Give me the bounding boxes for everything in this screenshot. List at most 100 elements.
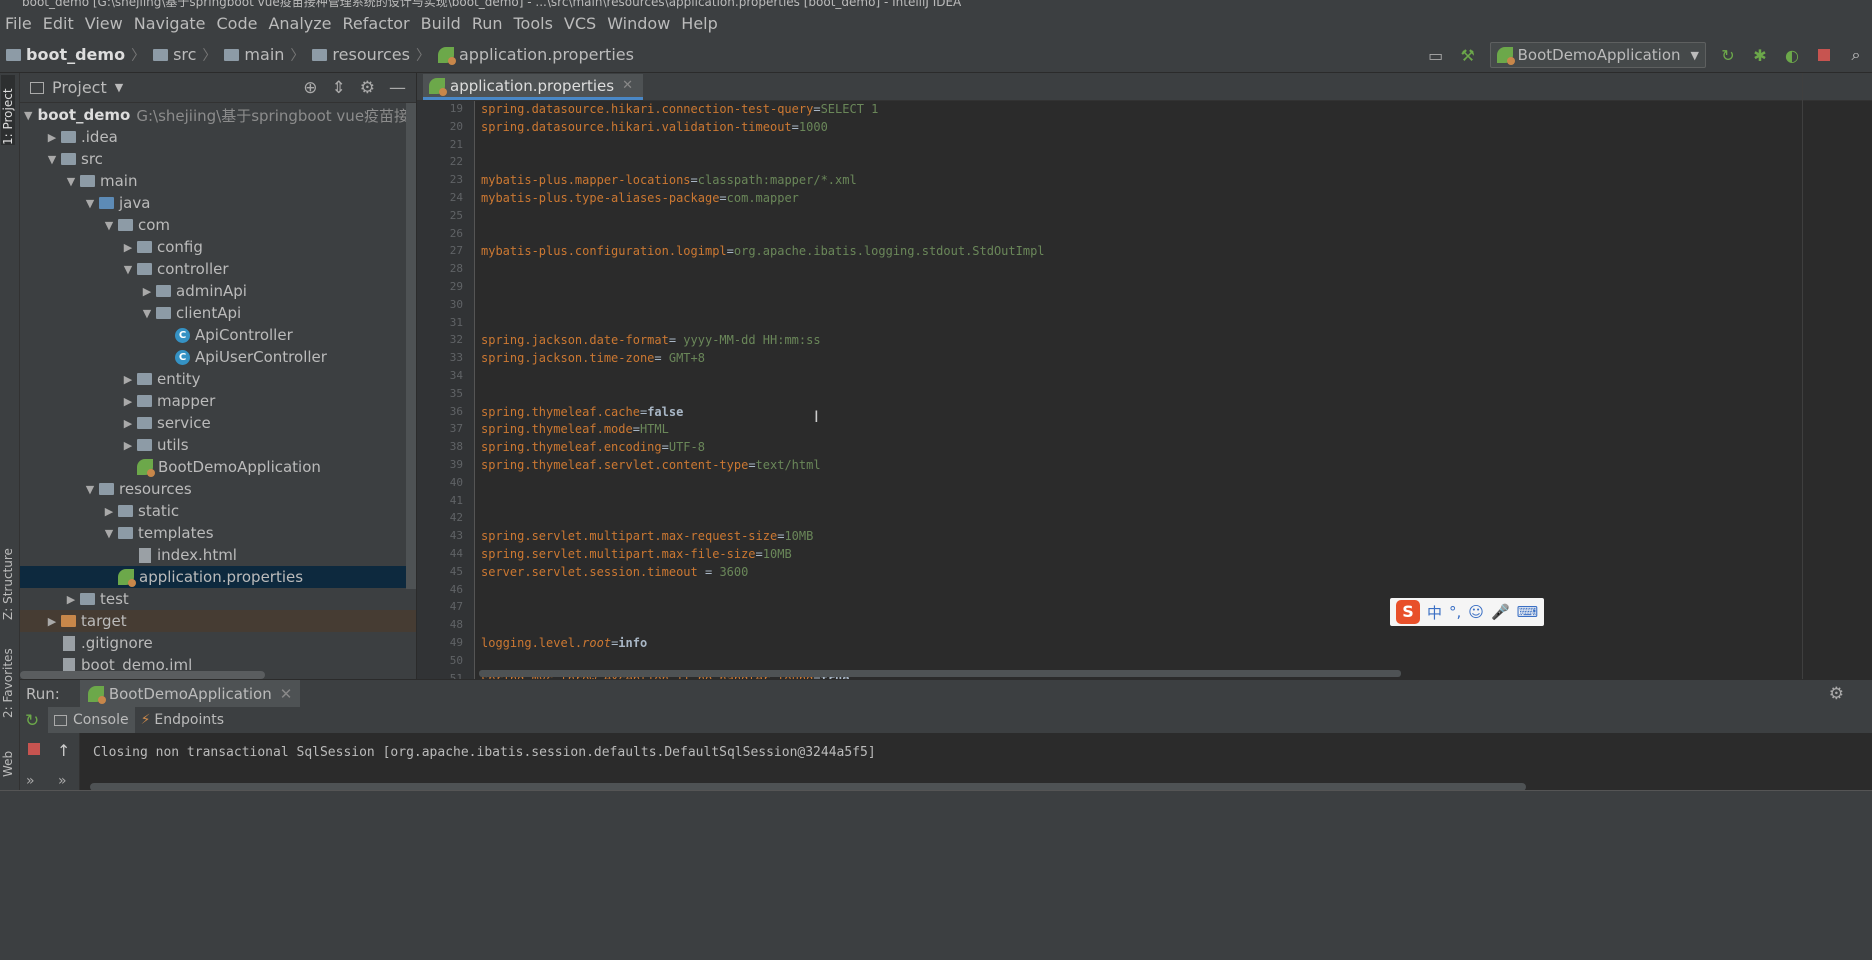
tree-item-templates[interactable]: ▼ templates	[20, 522, 416, 544]
tree-item-src[interactable]: ▼ src	[20, 148, 416, 170]
structure-tool-tab[interactable]: Z: Structure	[1, 535, 15, 620]
breadcrumb-file[interactable]: application.properties	[437, 45, 634, 65]
web-tool-tab[interactable]: Web	[1, 741, 15, 777]
menu-vcs[interactable]: VCS	[561, 14, 604, 33]
breadcrumb-resources[interactable]: resources 〉	[312, 45, 434, 65]
menu-edit[interactable]: Edit	[40, 14, 82, 33]
tree-item-idea[interactable]: ▶ .idea	[20, 126, 416, 148]
tree-item-resources[interactable]: ▼ resources	[20, 478, 416, 500]
menu-code[interactable]: Code	[214, 14, 266, 33]
tree-item-com[interactable]: ▼ com	[20, 214, 416, 236]
tree-item-apicontroller[interactable]: C ApiController	[20, 324, 416, 346]
tree-item-adminapi[interactable]: ▶ adminApi	[20, 280, 416, 302]
run-tab-bootdemoapplication[interactable]: BootDemoApplication ✕	[79, 679, 301, 708]
tree-item-config[interactable]: ▶ config	[20, 236, 416, 258]
tree-item-java[interactable]: ▼ java	[20, 192, 416, 214]
close-icon[interactable]: ✕	[622, 78, 633, 93]
select-target-icon[interactable]: ▭	[1425, 44, 1447, 66]
tree-item-clientapi[interactable]: ▼ clientApi	[20, 302, 416, 324]
tree-item-index-html[interactable]: index.html	[20, 544, 416, 566]
expanded-arrow-icon[interactable]: ▼	[119, 263, 137, 276]
menu-help[interactable]: Help	[678, 14, 725, 33]
expanded-arrow-icon[interactable]: ▼	[138, 307, 156, 320]
menu-build[interactable]: Build	[418, 14, 469, 33]
ime-toolbar[interactable]: S 中 °, ☺ 🎤 ⌨	[1390, 598, 1545, 626]
collapsed-arrow-icon[interactable]: ▶	[119, 373, 137, 386]
menu-refactor[interactable]: Refactor	[340, 14, 418, 33]
locate-target-icon[interactable]: ⊕	[303, 78, 317, 98]
microphone-icon[interactable]: 🎤	[1491, 603, 1510, 621]
minimize-icon[interactable]: —	[389, 78, 406, 98]
tree-item-utils[interactable]: ▶ utils	[20, 434, 416, 456]
tree-item-mapper[interactable]: ▶ mapper	[20, 390, 416, 412]
keyboard-icon[interactable]: ⌨	[1517, 603, 1539, 621]
tree-item-application-properties[interactable]: application.properties	[20, 566, 416, 588]
rerun-icon[interactable]: ↻	[25, 711, 39, 731]
close-icon[interactable]: ✕	[280, 685, 293, 703]
gear-icon[interactable]: ⚙	[360, 78, 375, 98]
expanded-arrow-icon[interactable]: ▼	[81, 197, 99, 210]
editor-horizontal-scrollbar[interactable]	[479, 670, 1401, 677]
tree-item-target[interactable]: ▶ target	[20, 610, 416, 632]
project-horizontal-scrollbar[interactable]	[20, 671, 265, 679]
tree-item-gitignore[interactable]: .gitignore	[20, 632, 416, 654]
menu-tools[interactable]: Tools	[511, 14, 561, 33]
scroll-up-icon[interactable]: ↑	[57, 741, 70, 760]
search-icon[interactable]: ⌕	[1845, 44, 1867, 66]
more-icon[interactable]: »	[58, 773, 67, 789]
breadcrumb-main[interactable]: main 〉	[224, 45, 308, 65]
collapsed-arrow-icon[interactable]: ▶	[119, 241, 137, 254]
collapsed-arrow-icon[interactable]: ▶	[119, 395, 137, 408]
run-configuration-select[interactable]: BootDemoApplication ▼	[1489, 42, 1706, 68]
expanded-arrow-icon[interactable]: ▼	[100, 219, 118, 232]
collapse-all-icon[interactable]: ⇕	[332, 78, 346, 98]
menu-analyze[interactable]: Analyze	[265, 14, 339, 33]
tree-item-static[interactable]: ▶ static	[20, 500, 416, 522]
endpoints-tab[interactable]: ⚡ Endpoints	[135, 707, 230, 733]
menu-run[interactable]: Run	[469, 14, 511, 33]
tree-item-boot-demo[interactable]: ▼ boot_demo G:\shejiing\基于springboot vue疫苗…	[20, 104, 416, 126]
gear-icon[interactable]: ⚙	[1829, 684, 1844, 704]
stop-icon[interactable]	[1813, 44, 1835, 66]
tree-item-test[interactable]: ▶ test	[20, 588, 416, 610]
breadcrumb-project[interactable]: boot_demo 〉	[6, 45, 149, 65]
project-panel-title[interactable]: Project	[52, 78, 107, 97]
menu-file[interactable]: File	[2, 14, 40, 33]
project-scrollbar[interactable]	[406, 103, 416, 589]
ime-punct[interactable]: °,	[1449, 603, 1461, 621]
tree-item-apiusercontroller[interactable]: C ApiUserController	[20, 346, 416, 368]
menu-window[interactable]: Window	[604, 14, 678, 33]
console-tab[interactable]: Console	[48, 707, 135, 733]
collapsed-arrow-icon[interactable]: ▶	[43, 615, 61, 628]
emoji-icon[interactable]: ☺	[1468, 603, 1484, 621]
tree-item-bootdemoapplication[interactable]: BootDemoApplication	[20, 456, 416, 478]
expanded-arrow-icon[interactable]: ▼	[24, 109, 32, 122]
tree-item-service[interactable]: ▶ service	[20, 412, 416, 434]
expanded-arrow-icon[interactable]: ▼	[43, 153, 61, 166]
collapsed-arrow-icon[interactable]: ▶	[119, 417, 137, 430]
favorites-tool-tab[interactable]: 2: Favorites	[1, 638, 15, 718]
collapsed-arrow-icon[interactable]: ▶	[119, 439, 137, 452]
menu-view[interactable]: View	[82, 14, 131, 33]
editor-tab-application-properties[interactable]: application.properties ✕	[423, 74, 643, 100]
code-editor[interactable]: spring.datasource.hikari.connection-test…	[475, 101, 1785, 679]
expanded-arrow-icon[interactable]: ▼	[81, 483, 99, 496]
collapsed-arrow-icon[interactable]: ▶	[43, 131, 61, 144]
tree-item-controller[interactable]: ▼ controller	[20, 258, 416, 280]
coverage-icon[interactable]: ◐	[1781, 44, 1803, 66]
collapsed-arrow-icon[interactable]: ▶	[100, 505, 118, 518]
more-icon[interactable]: »	[26, 773, 35, 789]
collapsed-arrow-icon[interactable]: ▶	[138, 285, 156, 298]
stop-icon[interactable]	[28, 743, 40, 755]
debug-icon[interactable]: ✱	[1749, 44, 1771, 66]
chevron-down-icon[interactable]: ▼	[115, 81, 123, 94]
collapsed-arrow-icon[interactable]: ▶	[62, 593, 80, 606]
tree-item-main[interactable]: ▼ main	[20, 170, 416, 192]
breadcrumb-src[interactable]: src 〉	[153, 45, 220, 65]
expanded-arrow-icon[interactable]: ▼	[62, 175, 80, 188]
rerun-icon[interactable]: ↻	[1717, 44, 1739, 66]
expanded-arrow-icon[interactable]: ▼	[100, 527, 118, 540]
ime-mode[interactable]: 中	[1427, 602, 1442, 623]
project-tool-tab[interactable]: 1: Project	[1, 75, 15, 145]
tree-item-entity[interactable]: ▶ entity	[20, 368, 416, 390]
